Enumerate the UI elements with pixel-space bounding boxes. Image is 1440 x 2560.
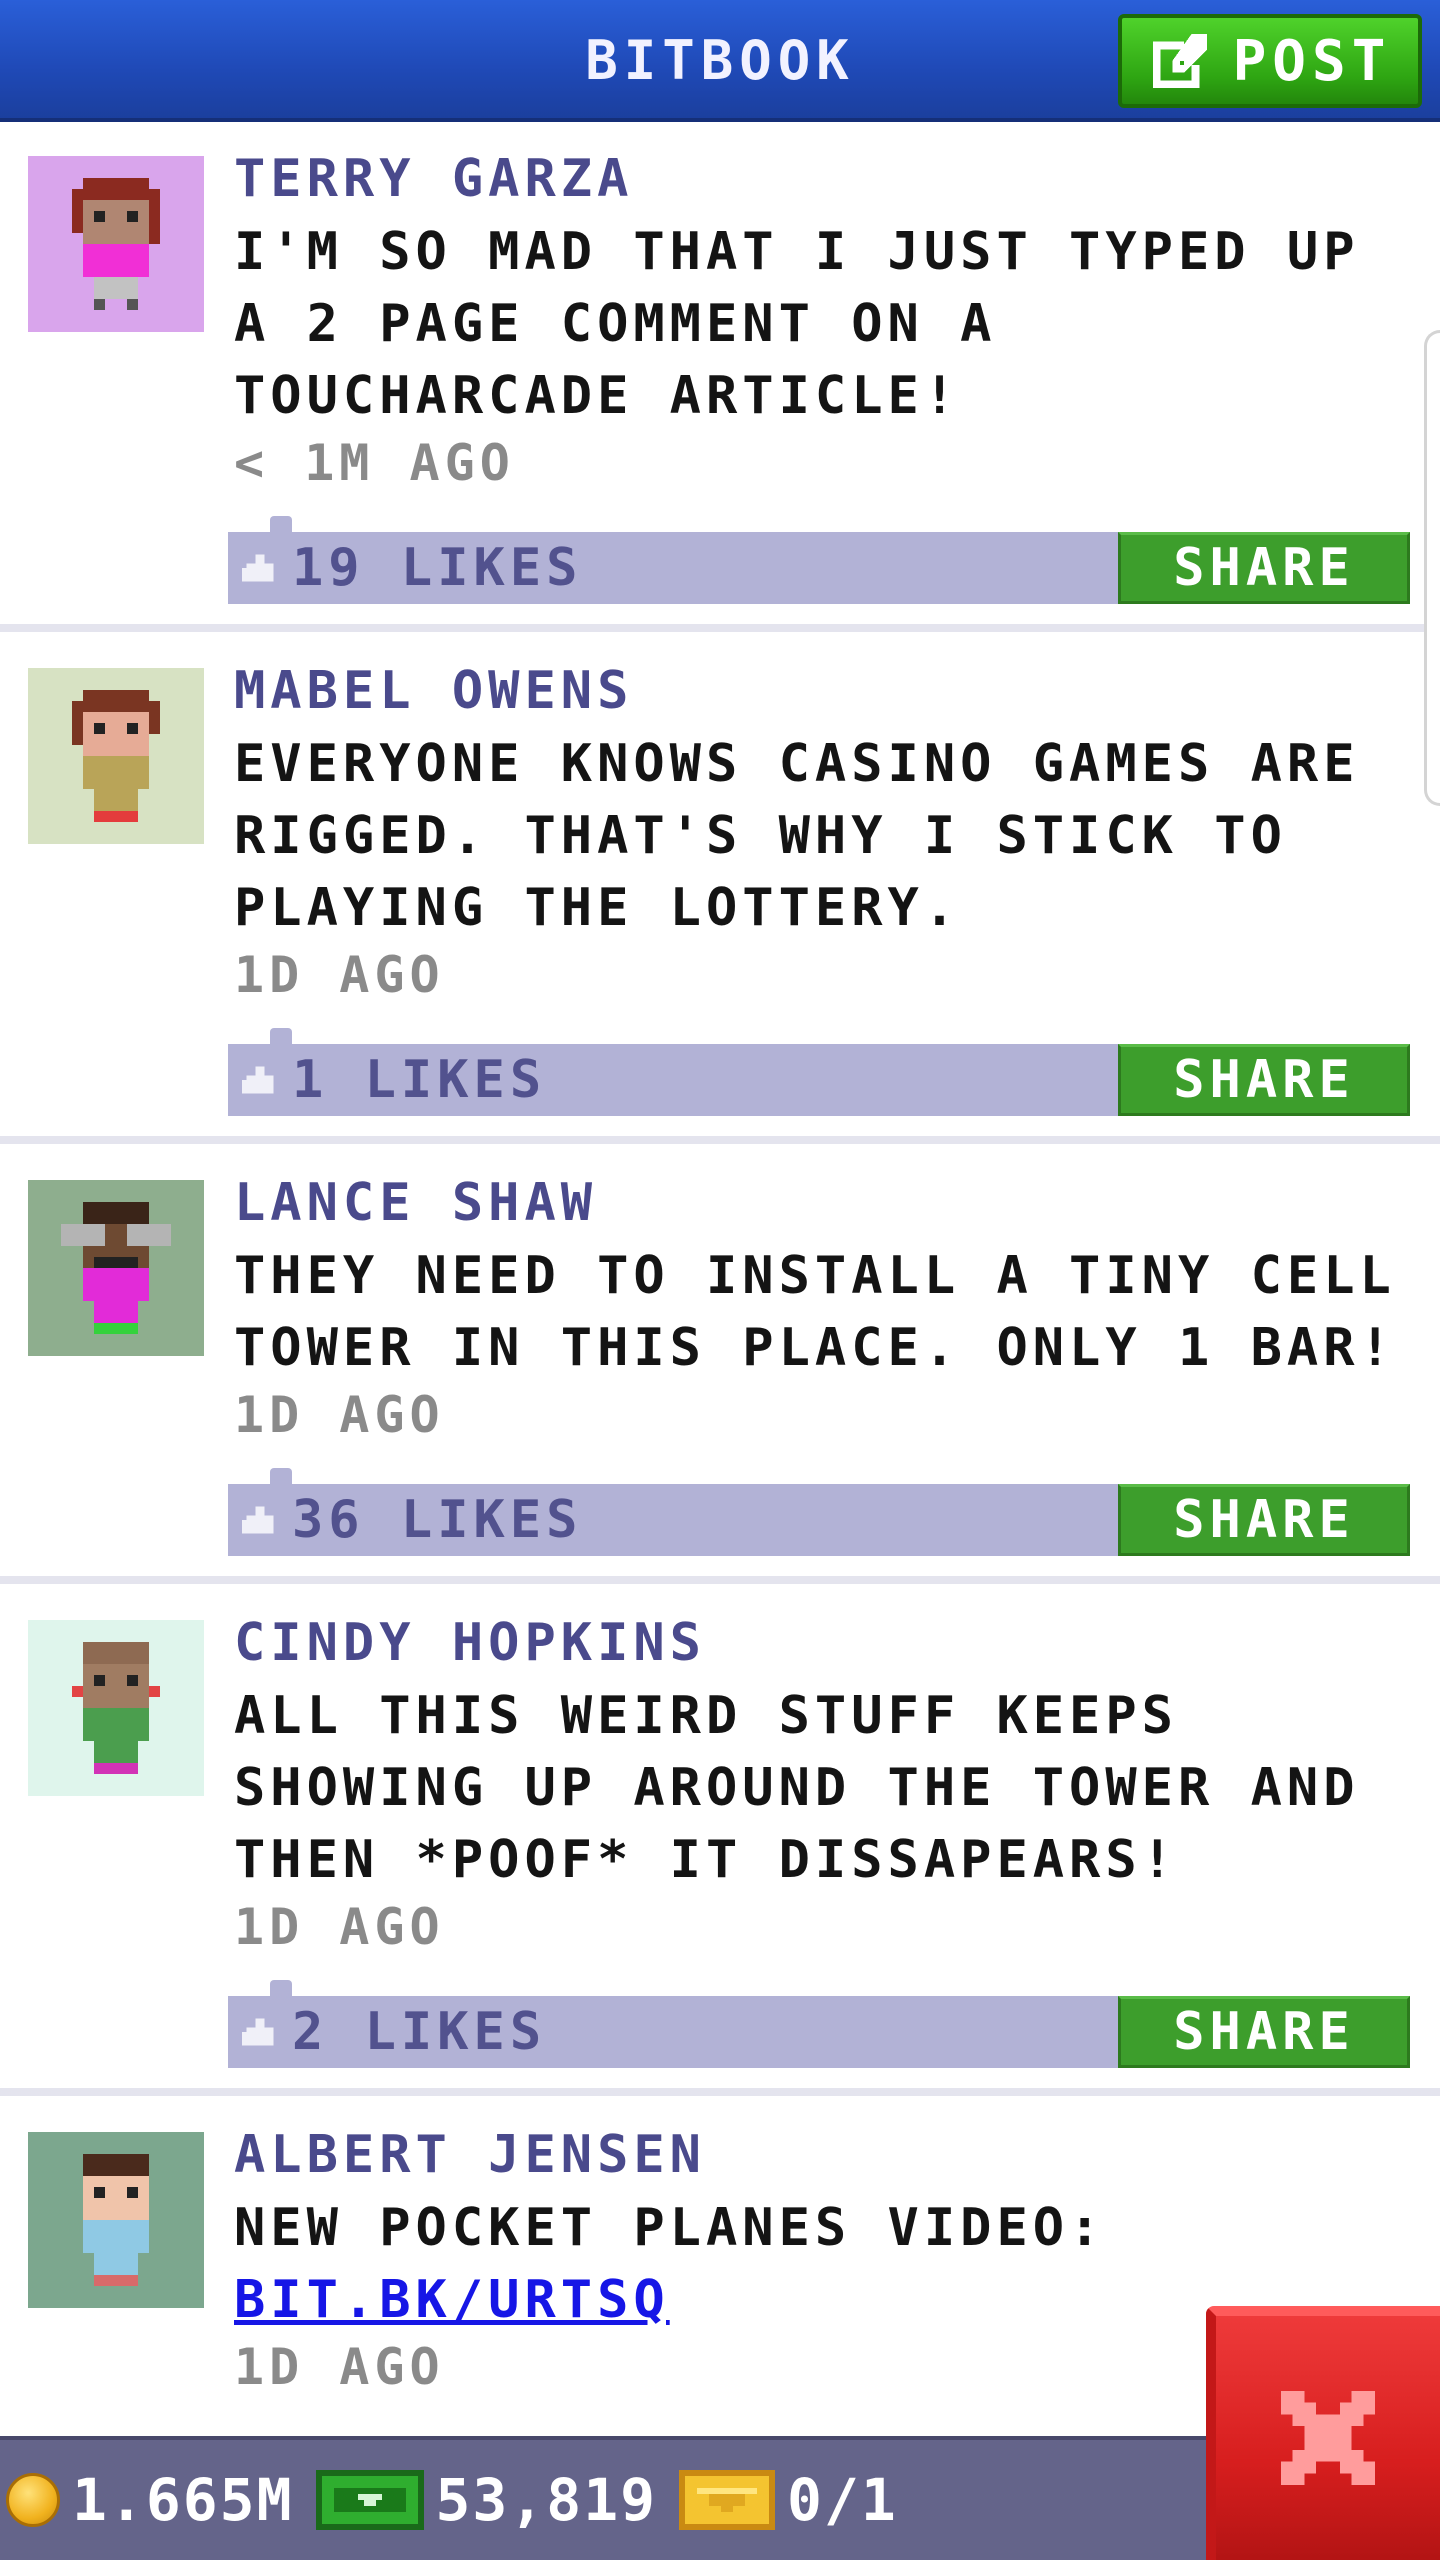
share-button[interactable]: SHARE	[1118, 1996, 1410, 2068]
post-link[interactable]: BIT.BK/URTSQ	[234, 2270, 670, 2330]
post-divider	[0, 1576, 1440, 1584]
bux-icon	[315, 2470, 424, 2530]
author-name[interactable]: ALBERT JENSEN	[234, 2124, 706, 2186]
author-name[interactable]: LANCE SHAW	[234, 1172, 597, 1234]
close-icon	[1280, 2390, 1376, 2486]
post-time: 1D AGO	[234, 1386, 445, 1444]
coins-display: 1.665M	[6, 2466, 294, 2534]
share-button[interactable]: SHARE	[1118, 1484, 1410, 1556]
likes-bar: 19 LIKES SHARE	[228, 516, 1410, 604]
post-divider	[0, 1136, 1440, 1144]
post-text-main: NEW POCKET PLANES VIDEO:	[234, 2198, 1106, 2258]
avatar[interactable]	[28, 1620, 204, 1796]
post-time: < 1M AGO	[234, 434, 515, 492]
bitizen-avatar-icon	[28, 156, 204, 332]
like-button[interactable]: 19 LIKES	[242, 532, 582, 604]
top-bar: BITBOOK POST	[0, 0, 1440, 122]
thumbs-up-icon	[242, 554, 274, 582]
likes-tab	[270, 516, 292, 532]
thumbs-up-icon	[242, 1066, 274, 1094]
close-button[interactable]	[1206, 2306, 1440, 2560]
likes-tab	[270, 1028, 292, 1044]
bitizen-avatar-icon	[28, 1180, 204, 1356]
likes-bar: 2 LIKES SHARE	[228, 1980, 1410, 2068]
likes-bar: 1 LIKES SHARE	[228, 1028, 1410, 1116]
like-button[interactable]: 2 LIKES	[242, 1996, 546, 2068]
avatar[interactable]	[28, 1180, 204, 1356]
bitizen-avatar-icon	[28, 1620, 204, 1796]
share-button[interactable]: SHARE	[1118, 1044, 1410, 1116]
post-text: ALL THIS WEIRD STUFF KEEPS SHOWING UP AR…	[234, 1686, 1360, 1890]
scroll-handle[interactable]	[1424, 330, 1440, 806]
post-button[interactable]: POST	[1118, 14, 1422, 108]
likes-count: 36 LIKES	[292, 1490, 583, 1550]
likes-tab	[270, 1980, 292, 1996]
avatar[interactable]	[28, 668, 204, 844]
author-name[interactable]: MABEL OWENS	[234, 660, 633, 722]
post-text: EVERYONE KNOWS CASINO GAMES ARE RIGGED. …	[234, 734, 1360, 938]
bitizen-avatar-icon	[28, 2132, 204, 2308]
avatar[interactable]	[28, 156, 204, 332]
likes-count: 1 LIKES	[292, 1050, 547, 1110]
like-button[interactable]: 36 LIKES	[242, 1484, 582, 1556]
post-text: I'M SO MAD THAT I JUST TYPED UP A 2 PAGE…	[234, 222, 1360, 426]
bux-display: 53,819	[315, 2466, 658, 2534]
like-button[interactable]: 1 LIKES	[242, 1044, 546, 1116]
post-divider	[0, 2088, 1440, 2096]
post-time: 1D AGO	[234, 946, 445, 1004]
post-divider	[0, 624, 1440, 632]
thumbs-up-icon	[242, 2018, 274, 2046]
post-time: 1D AGO	[234, 2338, 445, 2396]
likes-bar: 36 LIKES SHARE	[228, 1468, 1410, 1556]
bux-amount: 53,819	[435, 2466, 658, 2534]
likes-tab	[270, 1468, 292, 1484]
coins-amount: 1.665M	[72, 2466, 294, 2534]
vip-count: 0/1	[787, 2466, 898, 2534]
avatar[interactable]	[28, 2132, 204, 2308]
coin-icon	[6, 2473, 60, 2527]
author-name[interactable]: TERRY GARZA	[234, 148, 633, 210]
vip-display: 0/1	[679, 2466, 898, 2534]
author-name[interactable]: CINDY HOPKINS	[234, 1612, 706, 1674]
post-text: THEY NEED TO INSTALL A TINY CELL TOWER I…	[234, 1246, 1396, 1378]
likes-count: 2 LIKES	[292, 2002, 547, 2062]
likes-count: 19 LIKES	[292, 538, 583, 598]
share-button[interactable]: SHARE	[1118, 532, 1410, 604]
bitizen-avatar-icon	[28, 668, 204, 844]
vip-ticket-icon	[679, 2470, 776, 2530]
post-time: 1D AGO	[234, 1898, 445, 1956]
thumbs-up-icon	[242, 1506, 274, 1534]
edit-icon	[1152, 33, 1207, 89]
post-button-label: POST	[1232, 28, 1392, 94]
